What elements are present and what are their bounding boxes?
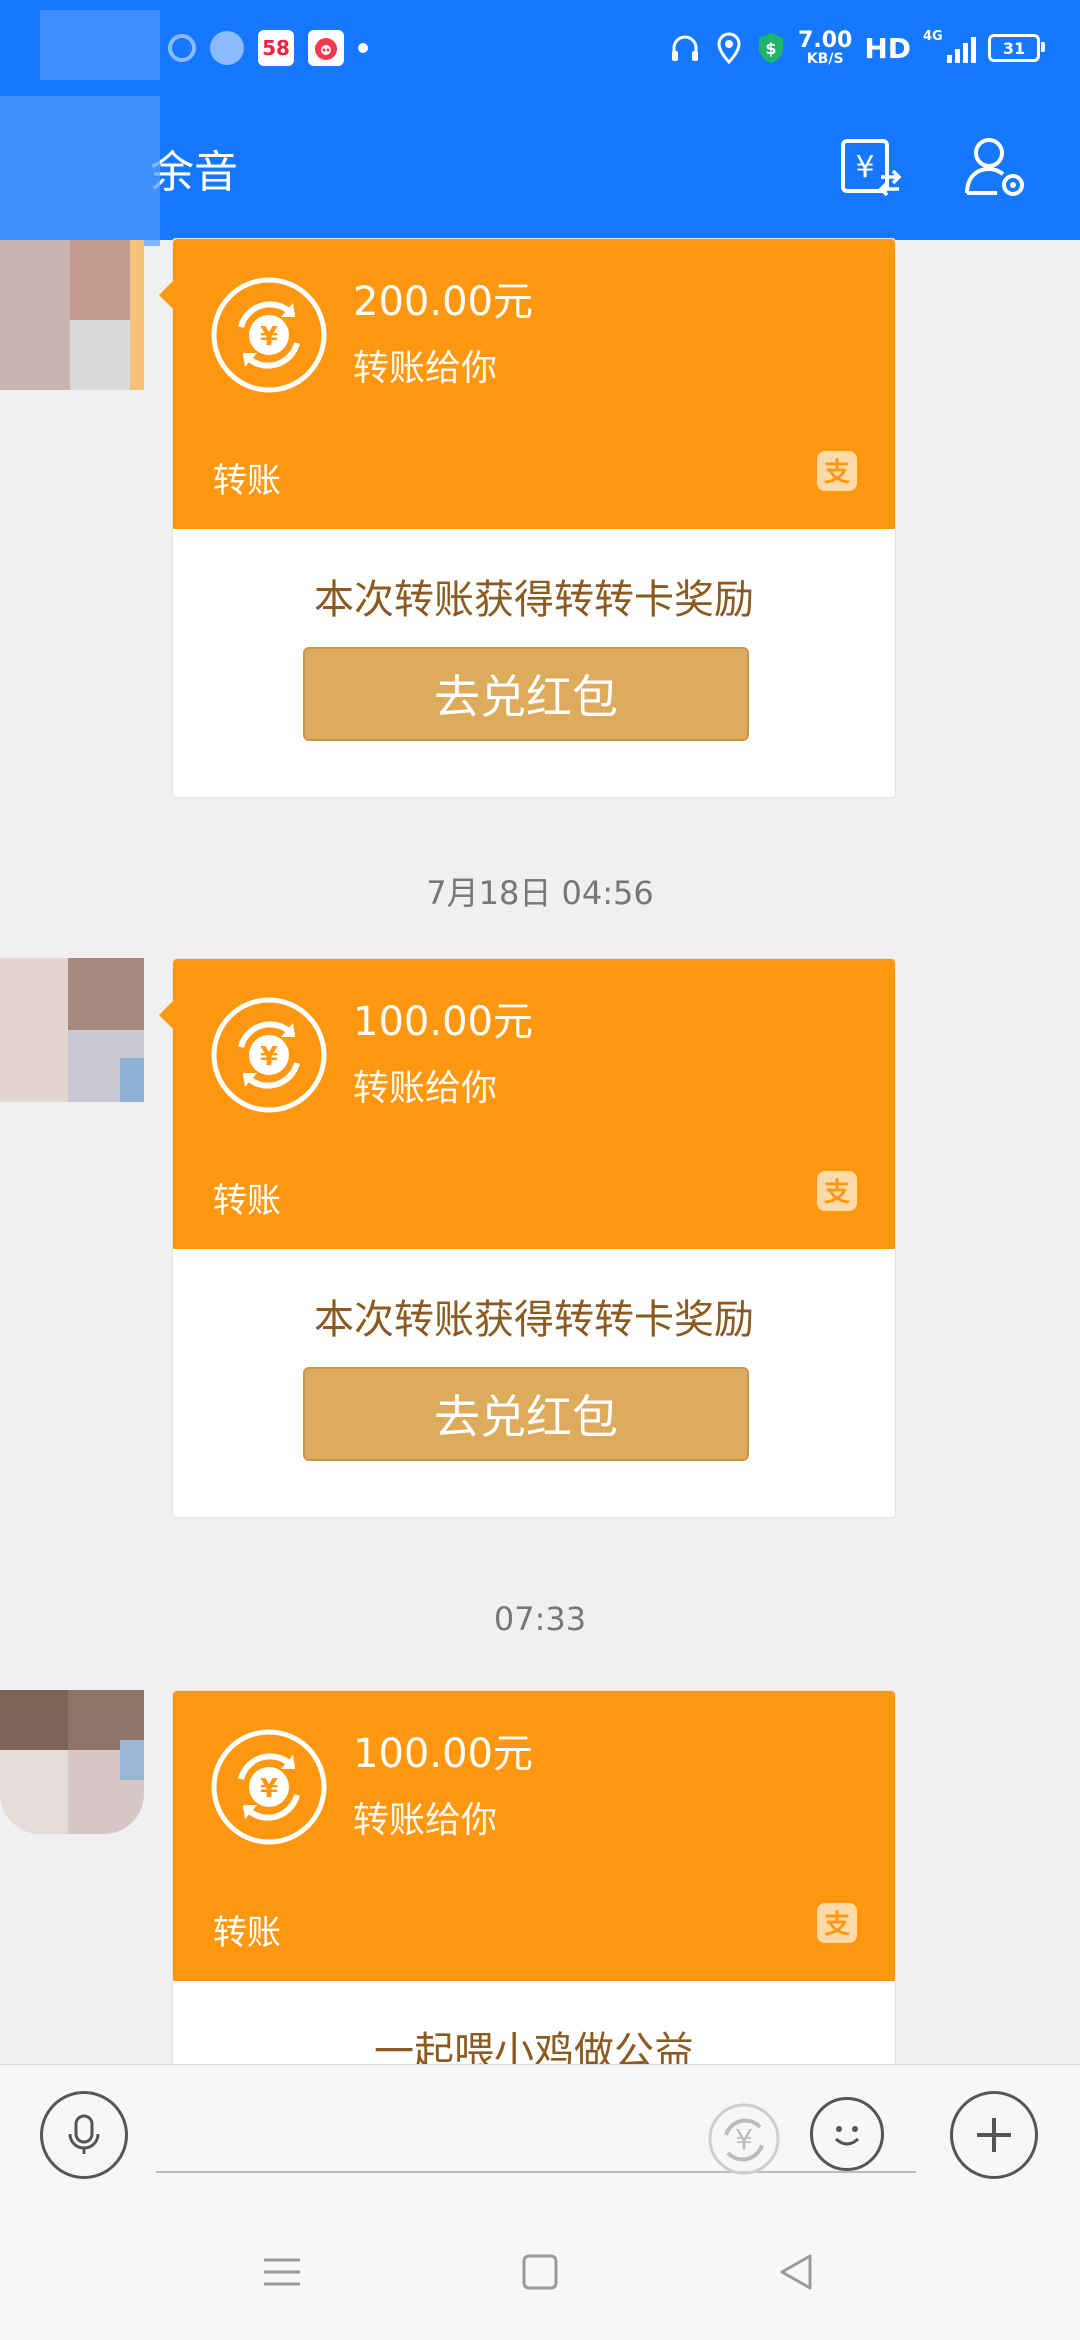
message-input[interactable]	[156, 2105, 916, 2173]
chat-title[interactable]: 余音	[150, 136, 238, 200]
more-actions-button[interactable]	[950, 2091, 1038, 2179]
svg-text:支: 支	[824, 458, 850, 488]
pig-app-icon	[308, 30, 344, 66]
chat-header: 余音 ¥	[0, 96, 1080, 240]
avatar[interactable]	[0, 240, 144, 390]
reward-text: 本次转账获得转转卡奖励	[314, 1297, 754, 1343]
transfer-card-header[interactable]: ¥ 100.00元 转账给你 转账 支	[159, 959, 895, 1249]
svg-text:$: $	[765, 39, 776, 58]
home-square-icon	[522, 2254, 558, 2290]
back-triangle-icon	[780, 2254, 812, 2290]
hd-indicator: HD	[864, 31, 911, 65]
svg-text:支: 支	[824, 1910, 850, 1940]
svg-text:¥: ¥	[260, 1042, 278, 1072]
system-nav-bar	[0, 2204, 1080, 2340]
location-icon	[717, 32, 741, 65]
back-button[interactable]	[764, 2240, 828, 2304]
headphones-icon	[672, 35, 699, 61]
transfer-label: 转账	[213, 1913, 281, 1953]
transfer-label: 转账	[213, 1181, 281, 1221]
plus-icon	[977, 2118, 1011, 2152]
more-dot-icon	[358, 43, 368, 53]
transfer-amount: 200.00元	[353, 279, 533, 325]
yuan-transfer-coin-icon: ¥	[211, 997, 327, 1113]
timestamp: 7月18日 04:56	[426, 874, 654, 912]
transfer-subtitle: 转账给你	[353, 1068, 498, 1109]
transfer-card[interactable]: ¥ 100.00元 转账给你 转账 支 一起喂小鸡做公益	[172, 1690, 896, 2081]
transfer-amount: 100.00元	[353, 999, 533, 1045]
redeem-red-packet-button[interactable]: 去兑红包	[303, 647, 749, 741]
transfer-subtitle: 转账给你	[353, 1800, 498, 1841]
status-bar: 58 $ 7.00 KB/S HD 4G 31	[0, 0, 1080, 96]
transfer-card-header[interactable]: ¥ 200.00元 转账给你 转账 支	[159, 239, 895, 529]
svg-text:¥: ¥	[260, 322, 278, 352]
battery-level: 31	[1002, 38, 1026, 58]
alipay-icon: 支	[817, 451, 857, 491]
yuan-transfer-icon: ¥	[841, 139, 902, 197]
transfer-amount: 100.00元	[353, 1731, 533, 1777]
chat-settings-button[interactable]	[960, 132, 1032, 204]
status-left: 58	[60, 28, 368, 68]
home-button[interactable]	[508, 2240, 572, 2304]
reward-section: 本次转账获得转转卡奖励 去兑红包	[173, 529, 895, 797]
circle-icon	[168, 34, 196, 62]
voice-button[interactable]	[40, 2091, 128, 2179]
net-speed: 7.00 KB/S	[798, 28, 853, 67]
emoji-button[interactable]	[810, 2097, 884, 2171]
transfer-subtitle: 转账给你	[353, 348, 498, 389]
menu-icon	[264, 2258, 300, 2286]
yuan-transfer-coin-icon: ¥	[211, 277, 327, 393]
status-right: $ 7.00 KB/S HD 4G 31	[668, 26, 1045, 70]
signal-icon: 4G	[923, 29, 976, 63]
redeem-red-packet-button[interactable]: 去兑红包	[303, 1367, 749, 1461]
avatar[interactable]	[0, 958, 144, 1102]
reward-section: 本次转账获得转转卡奖励 去兑红包	[173, 1249, 895, 1517]
user-settings-icon	[965, 138, 1024, 196]
app-status-icon	[210, 31, 244, 65]
masked-avatar-area	[0, 96, 160, 246]
recent-apps-button[interactable]	[250, 2240, 314, 2304]
alipay-icon: 支	[817, 1171, 857, 1211]
svg-text:支: 支	[824, 1178, 850, 1208]
timestamp: 07:33	[493, 1600, 587, 1638]
svg-text:¥: ¥	[855, 150, 874, 185]
svg-text:¥: ¥	[735, 2123, 753, 2156]
svg-text:¥: ¥	[260, 1774, 278, 1804]
reward-text: 本次转账获得转转卡奖励	[314, 577, 754, 623]
yuan-transfer-coin-icon: ¥	[211, 1729, 327, 1845]
quick-transfer-button[interactable]: ¥	[706, 2101, 782, 2177]
transfer-card[interactable]: ¥ 100.00元 转账给你 转账 支 本次转账获得转转卡奖励 去兑红包	[159, 958, 896, 1518]
transfer-label: 转账	[213, 461, 281, 501]
transfer-button[interactable]: ¥	[834, 132, 906, 204]
avatar[interactable]	[0, 1690, 144, 1834]
shield-dollar-icon: $	[759, 33, 784, 63]
alipay-icon: 支	[817, 1903, 857, 1943]
battery-icon: 31	[988, 34, 1045, 62]
chat-input-bar: ¥	[0, 2064, 1080, 2205]
microphone-icon	[68, 2114, 100, 2154]
yuan-transfer-icon: ¥	[708, 2103, 780, 2175]
app-58-icon: 58	[258, 30, 294, 66]
transfer-card-header[interactable]: ¥ 100.00元 转账给你 转账 支	[173, 1691, 895, 1981]
smiley-icon	[834, 2126, 860, 2146]
transfer-card[interactable]: ¥ 200.00元 转账给你 转账 支 本次转账获得转转卡奖励 去兑红包	[159, 238, 896, 798]
